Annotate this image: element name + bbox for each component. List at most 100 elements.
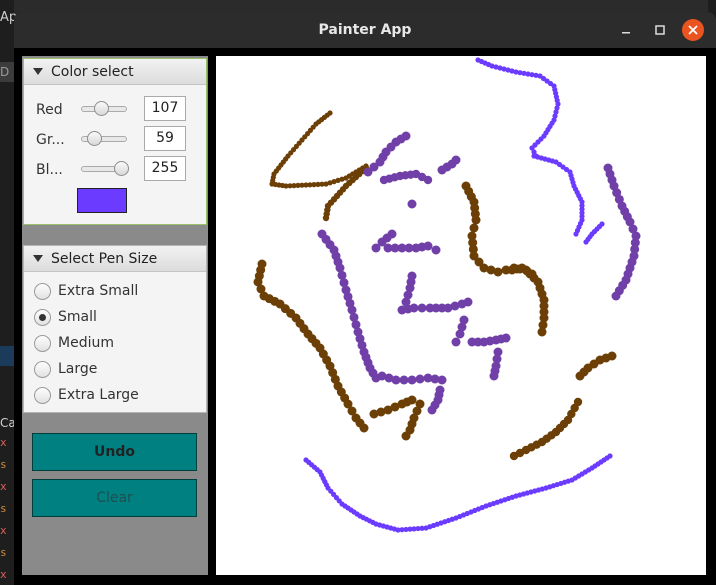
paint-dot: [537, 327, 547, 337]
pen-size-title: Select Pen Size: [51, 250, 158, 267]
purple-stroke: [407, 199, 417, 209]
brown-stroke: [322, 164, 370, 222]
pen-size-pane: Select Pen Size Extra Small Small Medium…: [23, 245, 207, 413]
pen-size-option[interactable]: Large: [34, 359, 97, 379]
background-marks: x s x s x s x: [0, 432, 7, 585]
radio-button[interactable]: [34, 360, 51, 378]
red-label: Red: [36, 102, 63, 118]
paint-dot: [427, 405, 437, 415]
paint-dot: [463, 297, 473, 307]
purple-stroke: [427, 385, 445, 415]
background-mark: s: [0, 458, 7, 471]
pen-size-option-label: Medium: [58, 335, 114, 351]
paint-dot: [583, 239, 589, 245]
purple-stroke: [489, 347, 503, 381]
paint-dot: [607, 453, 613, 459]
color-select-header[interactable]: Color select: [24, 59, 206, 85]
paint-dot: [359, 423, 369, 433]
background-field: D: [0, 62, 14, 82]
maximize-icon: [655, 25, 665, 35]
background-mark: s: [0, 546, 7, 559]
paint-dot: [371, 243, 381, 253]
red-value-field[interactable]: 107: [144, 96, 186, 121]
paint-dot: [407, 395, 417, 405]
purple-stroke: [363, 131, 411, 177]
background-mark: x: [0, 568, 7, 581]
paint-dot: [451, 155, 461, 165]
paint-dot: [437, 375, 447, 385]
paint-dot: [415, 374, 425, 384]
paint-dot: [493, 267, 503, 277]
blue-slider-thumb[interactable]: [114, 161, 129, 176]
background-mark: x: [0, 524, 7, 537]
color-preview-swatch: [77, 188, 127, 213]
pen-size-option-label: Extra Small: [58, 283, 139, 299]
radio-button[interactable]: [34, 282, 51, 300]
brown-stroke: [369, 395, 417, 419]
purple-stroke: [437, 155, 461, 175]
minimize-icon: [622, 32, 630, 34]
purple-stroke: [397, 271, 473, 315]
radio-button[interactable]: [34, 308, 51, 326]
background-mark: s: [0, 502, 7, 515]
paint-dot: [409, 303, 419, 313]
green-slider-thumb[interactable]: [87, 131, 103, 146]
violet-stroke: [475, 57, 561, 159]
background-mark: x: [0, 480, 7, 493]
drawing-canvas[interactable]: [216, 56, 706, 575]
radio-button[interactable]: [34, 386, 51, 404]
radio-button[interactable]: [34, 334, 51, 352]
purple-stroke: [377, 371, 447, 385]
close-icon: [688, 25, 698, 35]
paint-dot: [611, 291, 621, 301]
collapse-triangle-icon: [33, 255, 43, 262]
paint-dot: [423, 175, 433, 185]
control-panel: Color select Red 107 Gr... 59 Bl... 255: [22, 56, 208, 575]
paint-dot: [401, 431, 411, 441]
pen-size-option[interactable]: Medium: [34, 333, 114, 353]
paint-dot: [363, 167, 373, 177]
blue-value-field[interactable]: 255: [144, 156, 186, 181]
pen-size-option[interactable]: Extra Large: [34, 385, 139, 405]
background-selection: [0, 346, 14, 366]
green-label: Gr...: [36, 132, 65, 148]
color-select-pane: Color select Red 107 Gr... 59 Bl... 255: [23, 58, 207, 225]
violet-stroke: [531, 153, 585, 237]
pen-size-option-label: Extra Large: [58, 387, 139, 403]
close-button[interactable]: [682, 19, 704, 41]
brown-stroke: [507, 263, 537, 279]
paint-dot: [469, 223, 479, 233]
paint-dot: [527, 269, 537, 279]
paint-dot: [423, 241, 433, 251]
undo-button[interactable]: Undo: [32, 433, 197, 471]
window-title: Painter App: [318, 22, 412, 38]
paint-dot: [407, 375, 417, 385]
paint-dot: [509, 451, 519, 461]
purple-stroke: [603, 163, 641, 301]
paint-dot: [575, 371, 585, 381]
pen-size-option-label: Large: [58, 361, 98, 377]
red-slider-thumb[interactable]: [93, 101, 109, 116]
brown-stroke: [509, 397, 583, 461]
desktop: Ap D Ca x s x s x s x Painter App Color …: [0, 0, 716, 585]
background-mark: x: [0, 436, 7, 449]
paint-dot: [489, 371, 499, 381]
paint-dot: [451, 337, 461, 347]
paint-dot: [417, 303, 427, 313]
minimize-button[interactable]: [614, 18, 638, 42]
title-bar[interactable]: Painter App: [14, 12, 716, 48]
brown-stroke: [253, 259, 369, 433]
pen-size-option[interactable]: Small: [34, 307, 97, 327]
paint-dot: [322, 214, 330, 222]
brown-stroke: [575, 351, 617, 381]
green-value-field[interactable]: 59: [144, 126, 186, 151]
clear-button[interactable]: Clear: [32, 479, 197, 517]
maximize-button[interactable]: [648, 18, 672, 42]
violet-stroke: [583, 221, 605, 245]
paint-dot: [501, 333, 511, 343]
painter-app-window: Painter App Color select Red 107 Gr... 5…: [14, 12, 716, 585]
pen-size-option[interactable]: Extra Small: [34, 281, 138, 301]
collapse-triangle-icon: [33, 68, 43, 75]
paint-dot: [399, 375, 409, 385]
pen-size-header[interactable]: Select Pen Size: [24, 246, 206, 272]
